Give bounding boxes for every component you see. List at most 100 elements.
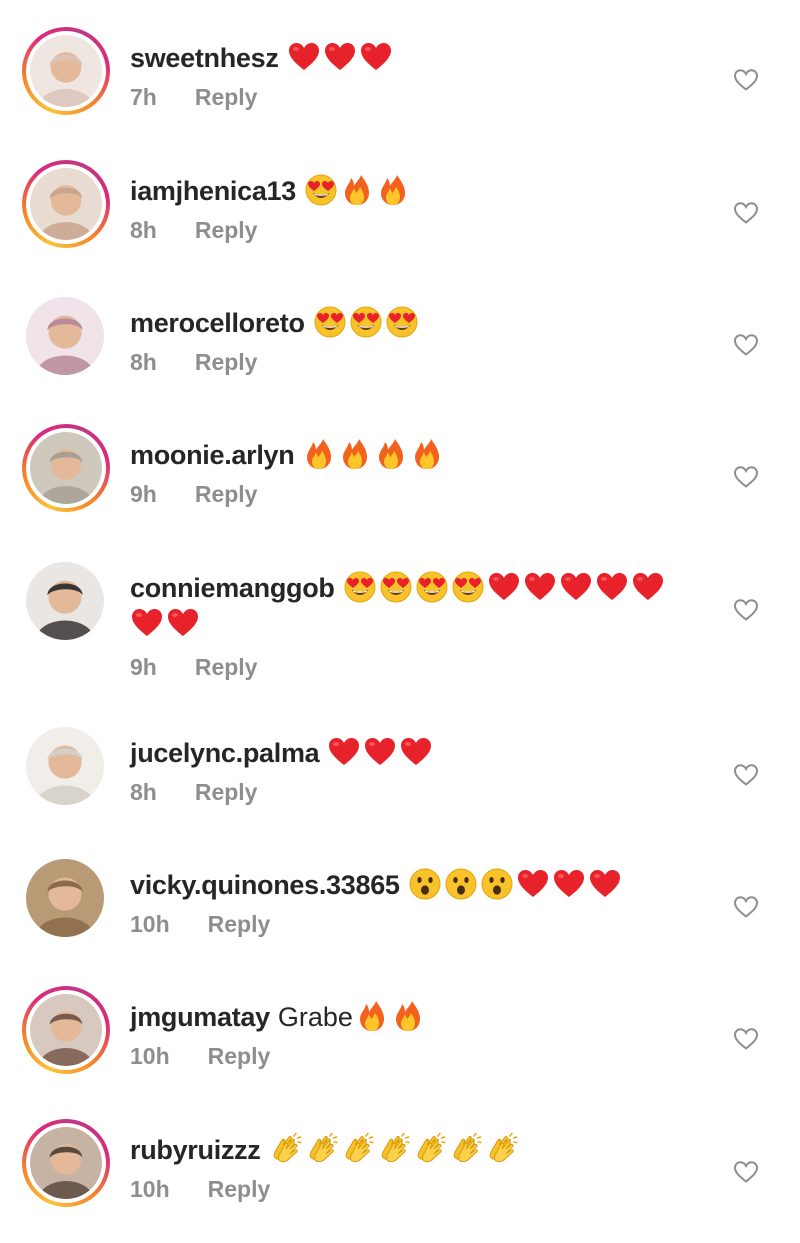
- like-heart-icon[interactable]: [733, 201, 759, 225]
- comment-item: jucelync.palma 8h Reply: [0, 722, 800, 852]
- fire-emoji: [410, 437, 444, 471]
- comment-item: sweetnhesz 7h Reply: [0, 27, 800, 157]
- comment-meta: 10h Reply: [130, 1043, 270, 1070]
- avatar[interactable]: [26, 562, 104, 640]
- like-heart-icon[interactable]: [733, 1160, 759, 1184]
- like-heart-icon[interactable]: [733, 68, 759, 92]
- fire-emoji: [376, 173, 410, 207]
- comment-timestamp: 10h: [130, 1043, 170, 1069]
- comment-username[interactable]: jucelync.palma: [130, 738, 320, 768]
- comment-timestamp: 8h: [130, 217, 157, 243]
- clapping-hands-emoji: [341, 1132, 375, 1166]
- avatar[interactable]: [22, 27, 110, 115]
- comment-text: moonie.arlyn: [130, 437, 446, 473]
- comment-timestamp: 9h: [130, 654, 157, 680]
- reply-button[interactable]: Reply: [195, 349, 258, 376]
- comment-text: jmgumatay Grabe: [130, 999, 427, 1035]
- comment-username[interactable]: jmgumatay: [130, 1002, 270, 1032]
- fire-emoji: [355, 999, 389, 1033]
- avatar[interactable]: [26, 727, 104, 805]
- comment-meta: 9h Reply: [130, 654, 257, 681]
- red-heart-emoji: [552, 867, 586, 901]
- comment-item: merocelloreto 8h Reply: [0, 292, 800, 422]
- red-heart-emoji: [287, 40, 321, 74]
- comment-item: moonie.arlyn 9h Reply: [0, 424, 800, 554]
- like-heart-icon[interactable]: [733, 1027, 759, 1051]
- comment-username[interactable]: sweetnhesz: [130, 43, 279, 73]
- reply-button[interactable]: Reply: [208, 1176, 271, 1203]
- comment-text: merocelloreto: [130, 305, 421, 341]
- reply-button[interactable]: Reply: [195, 779, 258, 806]
- comment-meta: 7h Reply: [130, 84, 257, 111]
- reply-button[interactable]: Reply: [195, 481, 258, 508]
- heart-eyes-emoji: [304, 173, 338, 207]
- avatar[interactable]: [26, 859, 104, 937]
- comment-item: iamjhenica13 8h Reply: [0, 160, 800, 290]
- comment-meta: 8h Reply: [130, 779, 257, 806]
- heart-eyes-emoji: [385, 305, 419, 339]
- comment-item: jmgumatay Grabe 10h Reply: [0, 986, 800, 1116]
- hushed-face-emoji: [444, 867, 478, 901]
- heart-eyes-emoji: [379, 570, 413, 604]
- comment-timestamp: 10h: [130, 1176, 170, 1202]
- comment-meta: 8h Reply: [130, 217, 257, 244]
- comment-username[interactable]: conniemanggob: [130, 573, 335, 603]
- clapping-hands-emoji: [449, 1132, 483, 1166]
- comment-text: conniemanggob: [130, 570, 667, 606]
- reply-button[interactable]: Reply: [195, 654, 258, 681]
- comment-text: iamjhenica13: [130, 173, 412, 209]
- comment-username[interactable]: moonie.arlyn: [130, 440, 295, 470]
- like-heart-icon[interactable]: [733, 465, 759, 489]
- comment-text: rubyruizzz: [130, 1132, 521, 1168]
- avatar[interactable]: [22, 160, 110, 248]
- heart-eyes-emoji: [349, 305, 383, 339]
- comment-meta: 10h Reply: [130, 1176, 270, 1203]
- avatar[interactable]: [26, 297, 104, 375]
- heart-eyes-emoji: [451, 570, 485, 604]
- fire-emoji: [302, 437, 336, 471]
- like-heart-icon[interactable]: [733, 598, 759, 622]
- reply-button[interactable]: Reply: [208, 1043, 271, 1070]
- red-heart-emoji: [595, 570, 629, 604]
- red-heart-emoji: [363, 735, 397, 769]
- comment-body: Grabe: [277, 1002, 353, 1032]
- avatar[interactable]: [22, 986, 110, 1074]
- red-heart-emoji: [516, 867, 550, 901]
- comment-text: jucelync.palma: [130, 735, 435, 771]
- comment-username[interactable]: rubyruizzz: [130, 1135, 261, 1165]
- fire-emoji: [391, 999, 425, 1033]
- red-heart-emoji: [588, 867, 622, 901]
- clapping-hands-emoji: [377, 1132, 411, 1166]
- like-heart-icon[interactable]: [733, 763, 759, 787]
- comment-timestamp: 8h: [130, 779, 157, 805]
- red-heart-emoji: [399, 735, 433, 769]
- avatar[interactable]: [22, 424, 110, 512]
- comment-meta: 9h Reply: [130, 481, 257, 508]
- comment-meta: 8h Reply: [130, 349, 257, 376]
- clapping-hands-emoji: [413, 1132, 447, 1166]
- avatar[interactable]: [22, 1119, 110, 1207]
- red-heart-emoji: [559, 570, 593, 604]
- clapping-hands-emoji: [269, 1132, 303, 1166]
- reply-button[interactable]: Reply: [208, 911, 271, 938]
- heart-eyes-emoji: [343, 570, 377, 604]
- red-heart-emoji: [323, 40, 357, 74]
- reply-button[interactable]: Reply: [195, 217, 258, 244]
- comment-text: vicky.quinones.33865: [130, 867, 624, 903]
- reply-button[interactable]: Reply: [195, 84, 258, 111]
- comment-username[interactable]: iamjhenica13: [130, 176, 296, 206]
- comment-item: conniemanggob 9h Reply: [0, 557, 800, 720]
- fire-emoji: [340, 173, 374, 207]
- hushed-face-emoji: [408, 867, 442, 901]
- clapping-hands-emoji: [485, 1132, 519, 1166]
- comment-timestamp: 10h: [130, 911, 170, 937]
- like-heart-icon[interactable]: [733, 333, 759, 357]
- comment-item: rubyruizzz 10h Reply: [0, 1119, 800, 1243]
- comment-timestamp: 8h: [130, 349, 157, 375]
- red-heart-emoji: [523, 570, 557, 604]
- heart-eyes-emoji: [415, 570, 449, 604]
- comment-text: sweetnhesz: [130, 40, 395, 76]
- comment-username[interactable]: vicky.quinones.33865: [130, 870, 400, 900]
- comment-username[interactable]: merocelloreto: [130, 308, 305, 338]
- like-heart-icon[interactable]: [733, 895, 759, 919]
